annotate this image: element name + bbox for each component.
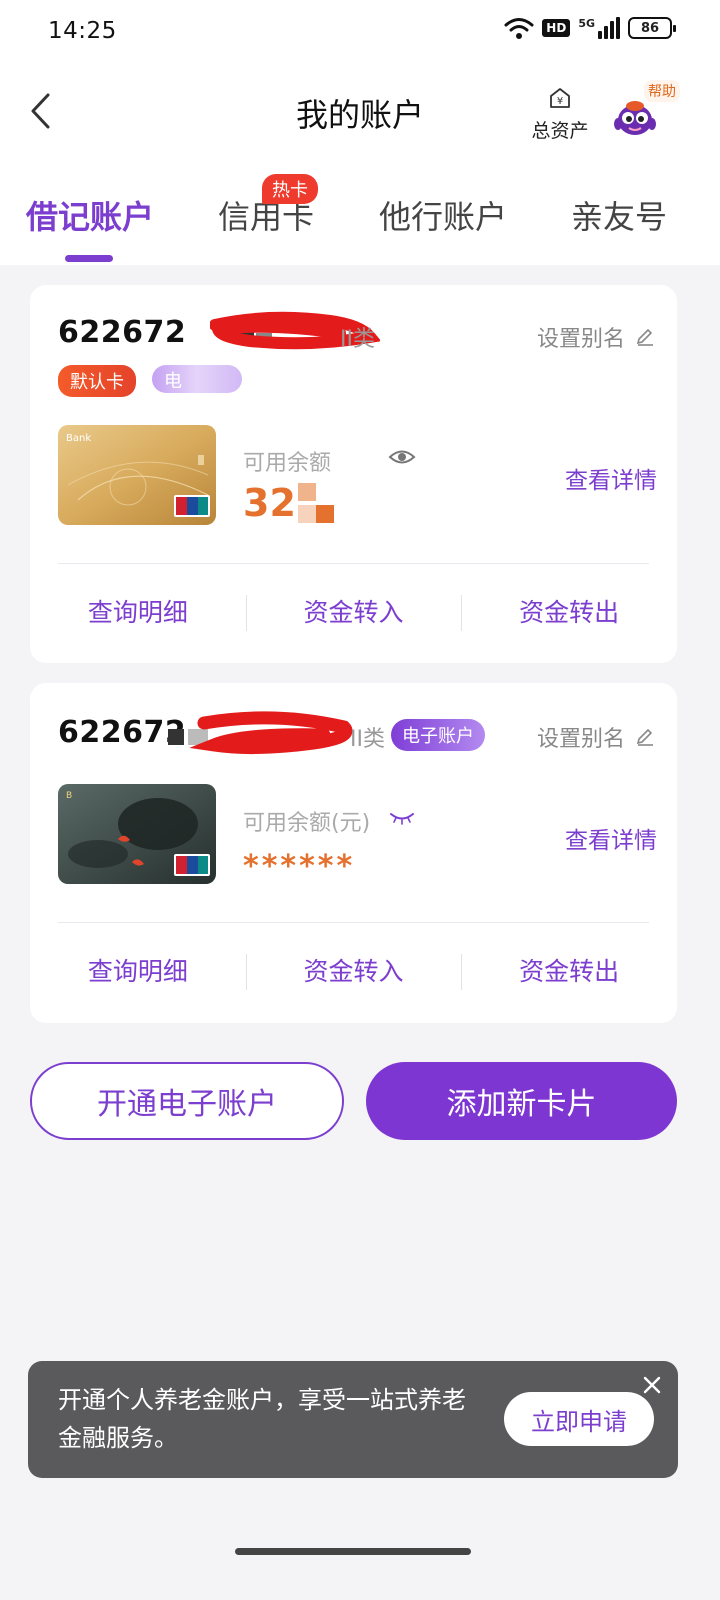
account-number: 622672 [58,315,187,350]
home-indicator[interactable] [235,1548,471,1555]
add-card-button[interactable]: 添加新卡片 [366,1062,677,1140]
query-details-button[interactable]: 查询明细 [30,942,246,1002]
balance-label: 可用余额 [243,451,332,476]
header: 我的账户 ¥ 总资产 帮助 [0,66,720,154]
eye-open-icon[interactable] [388,447,416,467]
close-icon[interactable] [640,1373,664,1397]
hd-icon: HD [542,19,571,37]
account-card: 622672 II类 电子账户 设置别名 B 可用余额(元) ****** 查看… [30,683,677,1023]
banner-text: 开通个人养老金账户，享受一站式养老金融服务。 [58,1386,466,1452]
redaction-scribble [168,711,353,755]
edit-pencil-icon [636,728,653,746]
total-assets-label: 总资产 [531,120,589,142]
mascot-avatar-icon [614,101,656,135]
chevron-left-icon [31,93,50,129]
account-class-label: II类 [350,727,385,752]
set-alias-label: 设置别名 [536,327,625,352]
network-label: 5G [578,17,595,30]
battery-icon: 86 [628,17,676,39]
tab-family-account[interactable]: 亲友号 [571,192,667,238]
signal-5g-icon: 5G [578,17,620,39]
transfer-in-button[interactable]: 资金转入 [245,583,462,643]
account-tabs: 借记账户 信用卡 热卡 他行账户 亲友号 [0,174,720,265]
view-details-link[interactable]: 查看详情 [565,821,657,855]
account-actions: 查询明细 资金转入 资金转出 [30,942,677,1002]
set-alias-button[interactable]: 设置别名 [537,721,655,753]
svg-text:Bank: Bank [66,433,91,444]
card-divider [58,563,649,564]
set-alias-label: 设置别名 [536,727,625,752]
pension-banner: 开通个人养老金账户，享受一站式养老金融服务。 立即申请 [28,1361,678,1478]
wifi-icon [504,18,534,39]
balance-label: 可用余额(元) [243,811,371,836]
apply-now-button[interactable]: 立即申请 [504,1392,654,1446]
active-tab-indicator [65,255,113,262]
lotus-bank-card-image: B [58,784,216,884]
balance-hidden-value: ****** [243,849,356,884]
view-details-link[interactable]: 查看详情 [565,461,657,495]
set-alias-button[interactable]: 设置别名 [537,321,655,353]
tab-debit-account[interactable]: 借记账户 [26,192,154,238]
status-bar: 14:25 HD 5G 86 [0,0,720,66]
status-icons: HD 5G 86 [504,16,676,40]
account-actions: 查询明细 资金转入 资金转出 [30,583,677,643]
open-e-account-button[interactable]: 开通电子账户 [30,1062,344,1140]
hot-badge: 热卡 [262,174,318,204]
e-account-badge: 电 [152,365,242,393]
card-divider [58,922,649,923]
balance-redaction [298,483,334,523]
help-button[interactable]: 帮助 [608,80,686,144]
eye-closed-icon[interactable] [388,811,416,825]
tab-other-bank-account[interactable]: 他行账户 [379,192,507,238]
battery-level: 86 [640,20,660,36]
status-time: 14:25 [48,18,117,44]
yuan-house-icon: ¥ [550,88,570,108]
transfer-out-button[interactable]: 资金转出 [461,583,677,643]
gold-bank-card-image: Bank [58,425,216,525]
account-card: 622672 II类 设置别名 默认卡 电 Bank 可用余额 32. 查看详情… [30,285,677,663]
default-card-badge: 默认卡 [58,365,136,397]
back-button[interactable] [20,88,60,134]
transfer-out-button[interactable]: 资金转出 [461,942,677,1002]
e-account-badge: 电子账户 [391,719,485,751]
transfer-in-button[interactable]: 资金转入 [245,942,462,1002]
edit-pencil-icon [636,328,653,346]
query-details-button[interactable]: 查询明细 [30,583,246,643]
svg-text:¥: ¥ [557,96,563,107]
total-assets-button[interactable]: ¥ 总资产 [528,86,592,143]
account-class-label: II类 [340,327,375,352]
svg-text:B: B [66,791,72,801]
